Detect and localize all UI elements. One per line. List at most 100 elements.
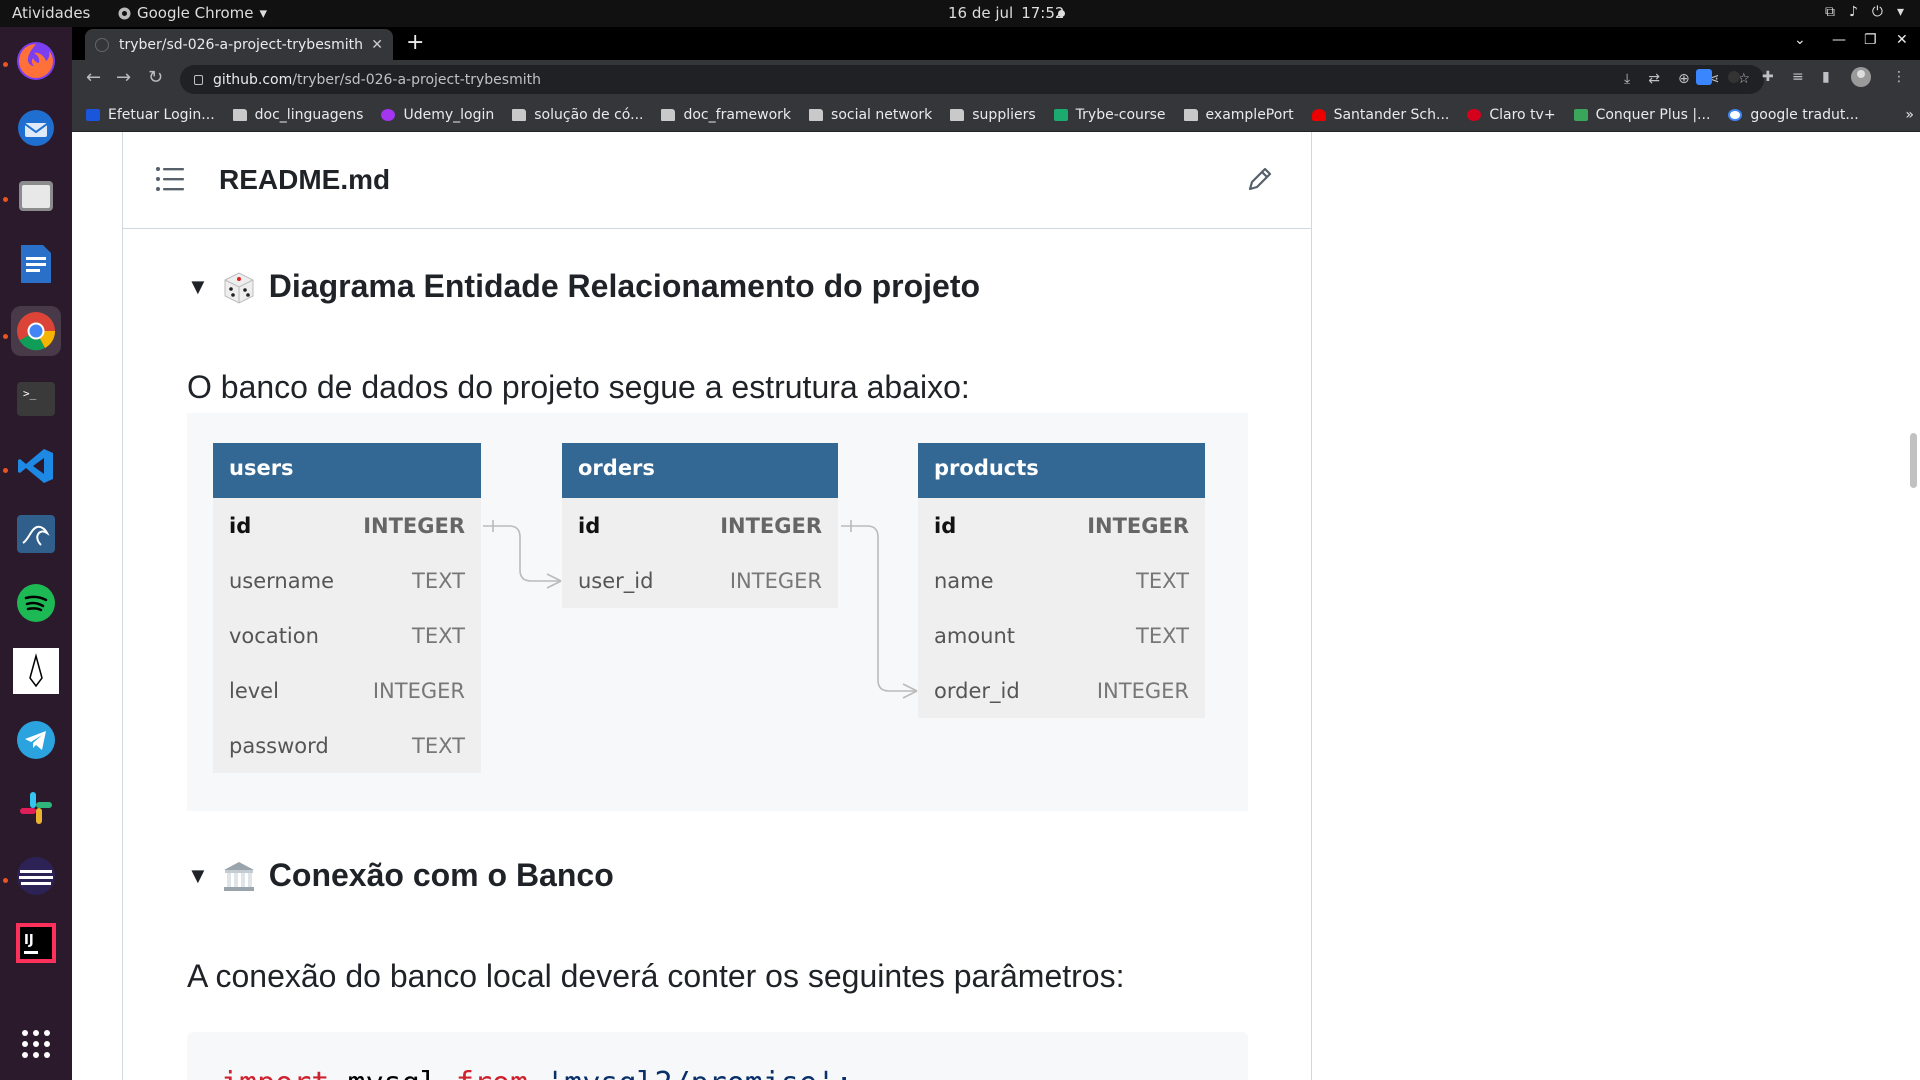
code-string: 'mysql2/promise'; — [546, 1066, 853, 1080]
terminal-icon: >_ — [17, 382, 55, 416]
bookmark[interactable]: Conquer Plus |... — [1573, 107, 1710, 123]
dock-chrome[interactable] — [11, 306, 61, 356]
caret-down-icon: ▼ — [187, 862, 209, 888]
section-heading-text: Diagrama Entidade Relacionamento do proj… — [268, 268, 981, 304]
menu-kebab-icon[interactable]: ⋮ — [1892, 69, 1906, 85]
bookmark[interactable]: Efetuar Login... — [86, 107, 215, 123]
browser-tab[interactable]: tryber/sd-026-a-project-trybesmith ✕ — [85, 29, 393, 60]
running-indicator — [3, 62, 8, 67]
maximize-button[interactable]: ❐ — [1864, 32, 1877, 48]
dock-writer[interactable] — [11, 239, 61, 289]
system-top-bar: Atividades Google Chrome ▾ 16 de jul 17:… — [0, 0, 1920, 27]
dock-vscode[interactable] — [11, 441, 61, 491]
reload-button[interactable]: ↻ — [148, 67, 163, 88]
back-button[interactable]: ← — [86, 67, 101, 88]
dock-spotify[interactable] — [11, 578, 61, 628]
side-panel-icon[interactable]: ▮ — [1822, 69, 1830, 85]
extension-icon[interactable] — [1696, 69, 1712, 89]
section-heading-erd[interactable]: ▼ Diagrama Entidade Relacionamento do pr… — [187, 268, 980, 305]
tab-title: tryber/sd-026-a-project-trybesmith — [119, 36, 363, 53]
extensions-puzzle-icon[interactable]: ✚ — [1762, 69, 1774, 85]
trybe-icon — [1053, 109, 1068, 121]
reading-list-icon[interactable]: ≡ — [1792, 69, 1804, 85]
running-indicator — [3, 878, 8, 883]
chrome-icon — [17, 312, 56, 351]
minimize-button[interactable]: — — [1832, 32, 1846, 48]
folder-icon — [809, 109, 824, 121]
dock-terminal[interactable]: >_ — [11, 374, 61, 424]
table-column-row: username TEXT — [229, 568, 465, 593]
bookmark-folder[interactable]: examplePort — [1183, 107, 1294, 123]
pencil-icon[interactable] — [1245, 164, 1275, 194]
scrollbar-thumb[interactable] — [1910, 433, 1917, 488]
bookmark[interactable]: Udemy_login — [381, 107, 494, 123]
power-icon: ⏻ — [1871, 4, 1883, 20]
bookmarks-bar: Efetuar Login... doc_linguagens Udemy_lo… — [72, 99, 1920, 132]
url-path: /tryber/sd-026-a-project-trybesmith — [292, 71, 541, 88]
er-diagram: users id INTEGER username TEXT vocation TEX… — [187, 413, 1248, 811]
udemy-icon — [381, 109, 396, 121]
url-host: github.com — [213, 71, 293, 88]
spotify-icon — [17, 584, 55, 622]
zoom-icon[interactable]: ⊕ — [1678, 71, 1690, 87]
table-header: orders — [562, 443, 838, 498]
close-window-button[interactable]: ✕ — [1896, 32, 1908, 48]
network-icon: ⧉ — [1824, 4, 1835, 20]
dock-files[interactable] — [11, 171, 61, 221]
folder-icon — [950, 109, 965, 121]
activities-button[interactable]: Atividades — [12, 4, 90, 22]
folder-icon — [1183, 109, 1198, 121]
svg-text:IJ: IJ — [24, 933, 34, 948]
address-bar[interactable]: github.com/tryber/sd-026-a-project-trybe… — [180, 65, 1764, 94]
vscode-icon — [18, 449, 53, 483]
new-tab-button[interactable]: + — [406, 30, 424, 55]
bookmark-folder[interactable]: social network — [809, 107, 932, 123]
bookmark-folder[interactable]: solução de có... — [512, 107, 643, 123]
table-column-row: amount TEXT — [934, 623, 1189, 648]
dock-inkscape[interactable] — [11, 646, 61, 696]
code-keyword: import — [221, 1066, 329, 1080]
page-scrollbar[interactable] — [1906, 132, 1920, 1080]
forward-button[interactable]: → — [116, 67, 131, 88]
bookmark-folder[interactable]: suppliers — [950, 107, 1036, 123]
table-column-row: user_id INTEGER — [578, 568, 822, 593]
dock-intellij[interactable]: IJ — [11, 918, 61, 968]
code-identifier: mysql — [347, 1066, 437, 1080]
table-column-row: id INTEGER — [578, 513, 822, 538]
app-grid-icon — [22, 1030, 50, 1058]
close-icon[interactable]: ✕ — [371, 37, 383, 53]
bookmarks-overflow-button[interactable]: » — [1905, 107, 1914, 123]
dock-eclipse[interactable] — [11, 851, 61, 901]
dock-slack[interactable] — [11, 783, 61, 833]
bookmark[interactable]: Santander Sch... — [1311, 107, 1449, 123]
section-heading-connection[interactable]: ▼ Conexão com o Banco — [187, 857, 614, 894]
system-tray[interactable]: ⧉ ♪ ⏻ ▾ — [1825, 4, 1904, 20]
app-menu[interactable]: Google Chrome ▾ — [118, 4, 267, 22]
table-column-row: vocation TEXT — [229, 623, 465, 648]
clock[interactable]: 16 de jul 17:52 — [948, 4, 1064, 22]
table-products: products id INTEGER name TEXT amount TEXT o… — [918, 443, 1205, 718]
outline-list-icon[interactable] — [156, 167, 184, 191]
paragraph: O banco de dados do projeto segue a estr… — [187, 369, 970, 405]
dock-firefox[interactable] — [11, 36, 61, 86]
bookmark-folder[interactable]: doc_linguagens — [232, 107, 363, 123]
dock-thunderbird[interactable] — [11, 103, 61, 153]
extension-icon[interactable] — [1726, 69, 1742, 89]
dock-mysql-workbench[interactable] — [11, 509, 61, 559]
code-keyword: from — [456, 1066, 528, 1080]
bank-icon — [223, 861, 254, 891]
table-users: users id INTEGER username TEXT vocation TEX… — [213, 443, 481, 773]
inkscape-icon — [13, 648, 59, 694]
translate-icon[interactable]: ⇄ — [1648, 71, 1660, 87]
tab-search-button[interactable]: ⌄ — [1794, 32, 1806, 48]
dock-telegram[interactable] — [11, 715, 61, 765]
files-icon — [19, 181, 53, 211]
google-icon — [1728, 109, 1743, 121]
bookmark-folder[interactable]: doc_framework — [661, 107, 791, 123]
bookmark[interactable]: Claro tv+ — [1467, 107, 1556, 123]
bookmark[interactable]: Trybe-course — [1053, 107, 1166, 123]
profile-avatar[interactable] — [1850, 66, 1872, 92]
bookmark[interactable]: google tradut... — [1728, 107, 1859, 123]
dock-app-grid[interactable] — [11, 1019, 61, 1069]
install-icon[interactable]: ⤓ — [1624, 71, 1630, 87]
